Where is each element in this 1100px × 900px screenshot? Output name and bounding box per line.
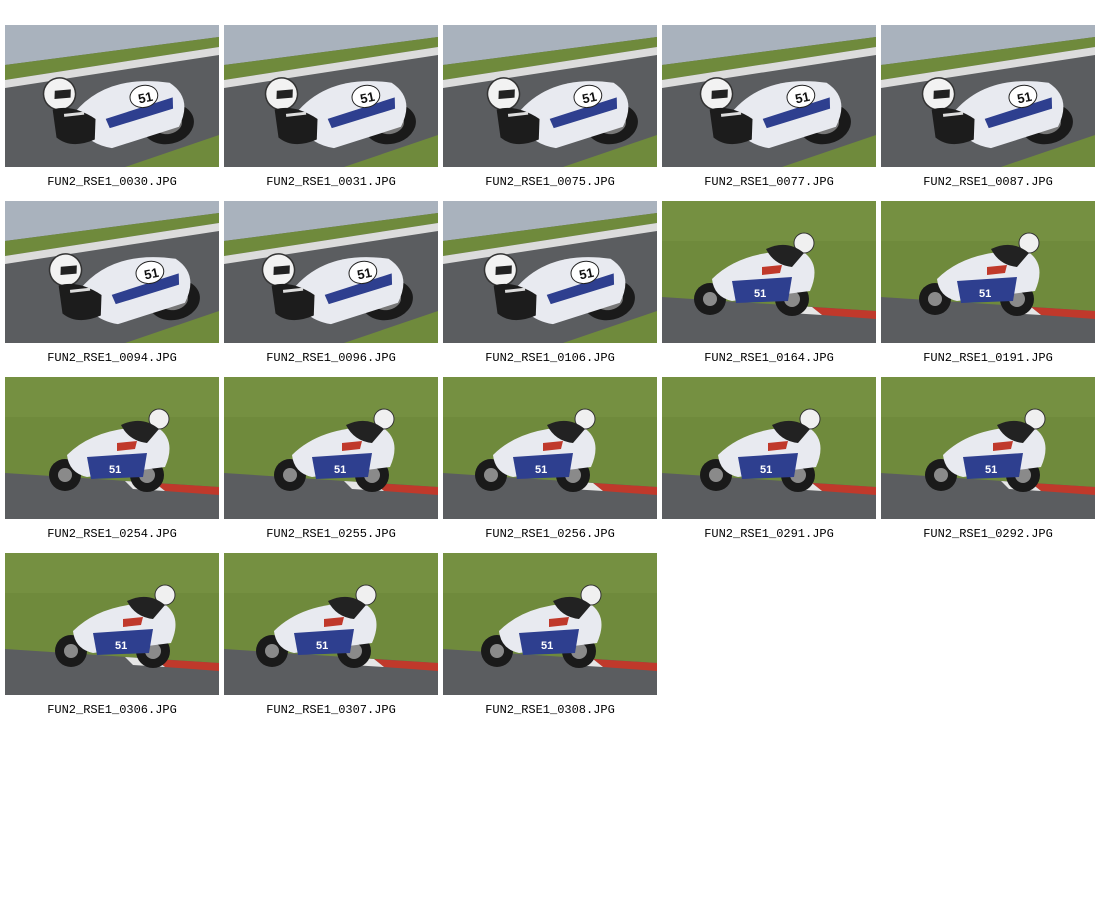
thumbnail-item[interactable]: 51 FUN2_RSE1_0308.JPG — [443, 553, 657, 719]
thumbnail-filename[interactable]: FUN2_RSE1_0094.JPG — [5, 343, 219, 367]
svg-text:51: 51 — [137, 89, 154, 107]
svg-text:51: 51 — [760, 464, 772, 476]
thumbnail-filename[interactable]: FUN2_RSE1_0031.JPG — [224, 167, 438, 191]
thumbnail-filename[interactable]: FUN2_RSE1_0306.JPG — [5, 695, 219, 719]
thumbnail-filename[interactable]: FUN2_RSE1_0164.JPG — [662, 343, 876, 367]
motorcycle-photo: 51 — [881, 201, 1095, 343]
thumbnail-item[interactable]: 51 FUN2_RSE1_0094.JPG — [5, 201, 219, 367]
thumbnail-filename[interactable]: FUN2_RSE1_0255.JPG — [224, 519, 438, 543]
motorcycle-photo: 51 — [5, 25, 219, 167]
thumbnail-item[interactable]: 51 FUN2_RSE1_0307.JPG — [224, 553, 438, 719]
svg-text:51: 51 — [356, 265, 373, 283]
svg-text:51: 51 — [754, 288, 766, 300]
svg-text:51: 51 — [115, 640, 127, 652]
thumbnail-filename[interactable]: FUN2_RSE1_0030.JPG — [5, 167, 219, 191]
thumbnail-item[interactable]: 51 FUN2_RSE1_0256.JPG — [443, 377, 657, 543]
svg-text:51: 51 — [985, 464, 997, 476]
thumbnail-filename[interactable]: FUN2_RSE1_0191.JPG — [881, 343, 1095, 367]
svg-text:51: 51 — [541, 640, 553, 652]
motorcycle-photo: 51 — [224, 377, 438, 519]
svg-text:51: 51 — [316, 640, 328, 652]
motorcycle-photo: 51 — [5, 201, 219, 343]
thumbnail-filename[interactable]: FUN2_RSE1_0307.JPG — [224, 695, 438, 719]
svg-text:51: 51 — [109, 464, 121, 476]
thumbnail-image[interactable]: 51 — [224, 201, 438, 343]
thumbnail-image[interactable]: 51 — [443, 25, 657, 167]
thumbnail-item[interactable]: 51 FUN2_RSE1_0255.JPG — [224, 377, 438, 543]
thumbnail-filename[interactable]: FUN2_RSE1_0077.JPG — [662, 167, 876, 191]
thumbnail-item[interactable]: 51 FUN2_RSE1_0191.JPG — [881, 201, 1095, 367]
svg-text:51: 51 — [581, 89, 598, 107]
thumbnail-item[interactable]: 51 FUN2_RSE1_0031.JPG — [224, 25, 438, 191]
thumbnail-image[interactable]: 51 — [5, 553, 219, 695]
svg-text:51: 51 — [979, 288, 991, 300]
motorcycle-photo: 51 — [881, 377, 1095, 519]
svg-text:51: 51 — [578, 265, 595, 283]
thumbnail-item[interactable]: 51 FUN2_RSE1_0306.JPG — [5, 553, 219, 719]
thumbnail-item[interactable]: 51 FUN2_RSE1_0292.JPG — [881, 377, 1095, 543]
motorcycle-photo: 51 — [224, 201, 438, 343]
thumbnail-item[interactable]: 51 FUN2_RSE1_0291.JPG — [662, 377, 876, 543]
motorcycle-photo: 51 — [224, 553, 438, 695]
motorcycle-photo: 51 — [5, 553, 219, 695]
thumbnail-image[interactable]: 51 — [881, 377, 1095, 519]
thumbnail-item[interactable]: 51 FUN2_RSE1_0030.JPG — [5, 25, 219, 191]
thumbnail-image[interactable]: 51 — [224, 553, 438, 695]
svg-text:51: 51 — [794, 89, 811, 107]
thumbnail-filename[interactable]: FUN2_RSE1_0292.JPG — [881, 519, 1095, 543]
motorcycle-photo: 51 — [224, 25, 438, 167]
motorcycle-photo: 51 — [662, 25, 876, 167]
motorcycle-photo: 51 — [443, 25, 657, 167]
svg-text:51: 51 — [535, 464, 547, 476]
thumbnail-image[interactable]: 51 — [224, 377, 438, 519]
thumbnail-image[interactable]: 51 — [443, 201, 657, 343]
thumbnail-gallery: 51 FUN2_RSE1_0030.JPG 51 FUN2_RSE1_0031.… — [5, 25, 1097, 719]
thumbnail-item[interactable]: 51 FUN2_RSE1_0106.JPG — [443, 201, 657, 367]
svg-text:51: 51 — [359, 89, 376, 107]
thumbnail-item[interactable]: 51 FUN2_RSE1_0164.JPG — [662, 201, 876, 367]
thumbnail-item[interactable]: 51 FUN2_RSE1_0096.JPG — [224, 201, 438, 367]
motorcycle-photo: 51 — [662, 377, 876, 519]
motorcycle-photo: 51 — [443, 201, 657, 343]
thumbnail-item[interactable]: 51 FUN2_RSE1_0077.JPG — [662, 25, 876, 191]
thumbnail-filename[interactable]: FUN2_RSE1_0075.JPG — [443, 167, 657, 191]
thumbnail-image[interactable]: 51 — [224, 25, 438, 167]
motorcycle-photo: 51 — [443, 553, 657, 695]
thumbnail-item[interactable]: 51 FUN2_RSE1_0254.JPG — [5, 377, 219, 543]
thumbnail-filename[interactable]: FUN2_RSE1_0256.JPG — [443, 519, 657, 543]
thumbnail-image[interactable]: 51 — [881, 25, 1095, 167]
thumbnail-filename[interactable]: FUN2_RSE1_0291.JPG — [662, 519, 876, 543]
thumbnail-image[interactable]: 51 — [443, 553, 657, 695]
thumbnail-image[interactable]: 51 — [5, 25, 219, 167]
thumbnail-image[interactable]: 51 — [662, 201, 876, 343]
thumbnail-filename[interactable]: FUN2_RSE1_0106.JPG — [443, 343, 657, 367]
thumbnail-filename[interactable]: FUN2_RSE1_0308.JPG — [443, 695, 657, 719]
thumbnail-filename[interactable]: FUN2_RSE1_0254.JPG — [5, 519, 219, 543]
svg-text:51: 51 — [143, 265, 160, 283]
svg-text:51: 51 — [1016, 89, 1033, 107]
svg-text:51: 51 — [334, 464, 346, 476]
thumbnail-item[interactable]: 51 FUN2_RSE1_0087.JPG — [881, 25, 1095, 191]
motorcycle-photo: 51 — [443, 377, 657, 519]
thumbnail-filename[interactable]: FUN2_RSE1_0096.JPG — [224, 343, 438, 367]
thumbnail-item[interactable]: 51 FUN2_RSE1_0075.JPG — [443, 25, 657, 191]
thumbnail-image[interactable]: 51 — [662, 377, 876, 519]
thumbnail-image[interactable]: 51 — [5, 201, 219, 343]
thumbnail-image[interactable]: 51 — [881, 201, 1095, 343]
motorcycle-photo: 51 — [662, 201, 876, 343]
motorcycle-photo: 51 — [881, 25, 1095, 167]
thumbnail-image[interactable]: 51 — [5, 377, 219, 519]
motorcycle-photo: 51 — [5, 377, 219, 519]
thumbnail-filename[interactable]: FUN2_RSE1_0087.JPG — [881, 167, 1095, 191]
thumbnail-image[interactable]: 51 — [443, 377, 657, 519]
thumbnail-image[interactable]: 51 — [662, 25, 876, 167]
